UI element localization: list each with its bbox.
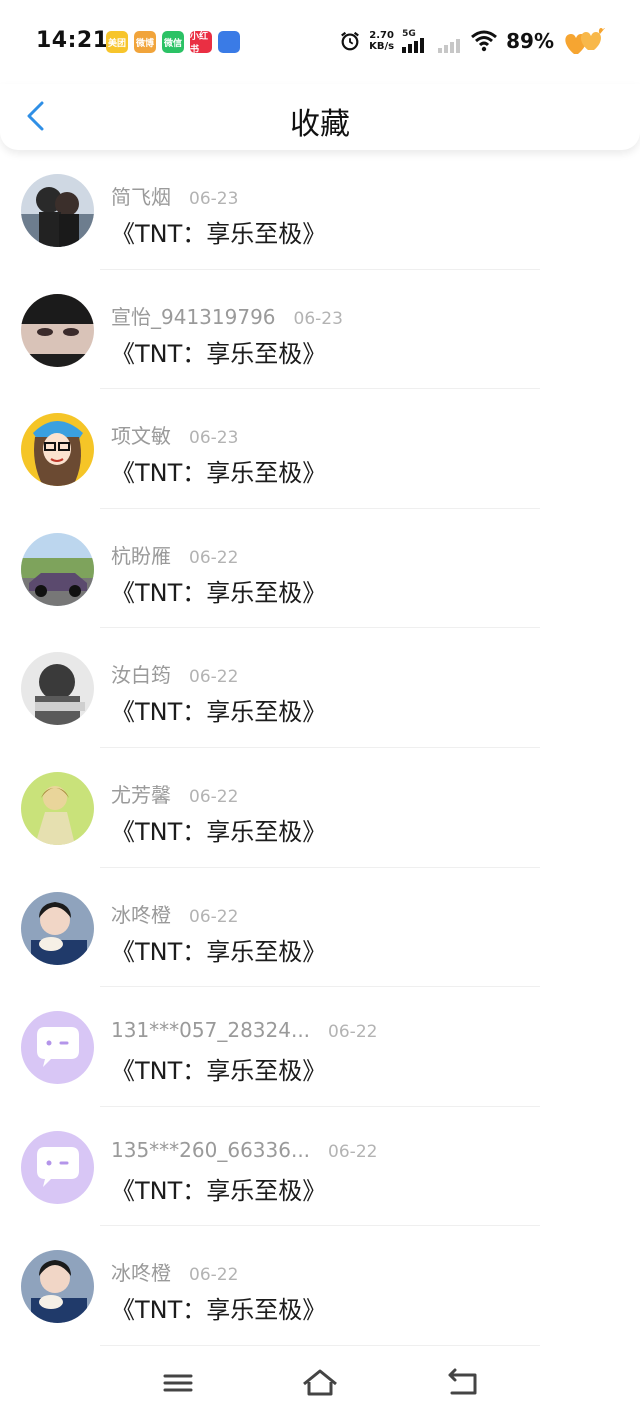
hearts-icon	[565, 28, 605, 54]
user-avatar[interactable]	[21, 1130, 94, 1204]
user-avatar[interactable]	[21, 771, 94, 845]
menu-icon[interactable]	[158, 1366, 198, 1400]
battery-level: 89%	[506, 29, 554, 53]
favorite-date: 06-22	[189, 1265, 239, 1286]
favorite-title[interactable]: 《TNT：享乐至极》	[111, 1051, 326, 1086]
page-title: 收藏	[290, 107, 350, 142]
system-indicators: 2.70 KB/s 5G 89%	[339, 26, 606, 56]
favorite-title[interactable]: 《TNT：享乐至极》	[111, 1290, 326, 1325]
favorite-date: 06-22	[189, 667, 239, 688]
net-speed-value: 2.70	[369, 30, 394, 41]
user-avatar[interactable]	[21, 1011, 94, 1085]
user-name: 135***260_66336... 06-22	[111, 1138, 377, 1162]
favorite-title[interactable]: 《TNT：享乐至极》	[111, 214, 326, 249]
top-header: 收藏	[0, 84, 640, 150]
favorite-title[interactable]: 《TNT：享乐至极》	[111, 453, 326, 488]
status-time: 14:21	[36, 28, 109, 53]
favorite-date: 06-22	[189, 906, 239, 927]
user-name: 冰咚橙 06-22	[111, 1257, 238, 1286]
user-name-text: 简飞烟	[111, 185, 171, 209]
user-avatar[interactable]	[21, 413, 94, 487]
favorite-title[interactable]: 《TNT：享乐至极》	[111, 334, 326, 369]
user-name: 项文敏 06-23	[111, 420, 238, 449]
signal-2-icon	[438, 29, 462, 53]
user-name: 宣怡_941319796 06-23	[111, 301, 343, 330]
notification-app-icon: 微信	[162, 31, 184, 53]
user-name-text: 冰咚橙	[111, 902, 171, 927]
user-avatar[interactable]	[21, 293, 94, 367]
notification-app-icon: 小红书	[190, 31, 212, 55]
favorite-item[interactable]: 135***260_66336... 06-22 《TNT：享乐至极》	[0, 1107, 640, 1227]
net-speed-unit: KB/s	[369, 41, 395, 52]
user-name: 简飞烟 06-23	[111, 181, 238, 210]
user-avatar[interactable]	[21, 174, 94, 247]
user-name-text: 杭盼雁	[111, 543, 171, 568]
favorite-title[interactable]: 《TNT：享乐至极》	[111, 692, 326, 727]
user-name: 尤芳馨 06-22	[111, 779, 238, 808]
alarm-icon	[341, 31, 360, 51]
user-avatar[interactable]	[21, 532, 94, 606]
favorite-item[interactable]: 冰咚橙 06-22 《TNT：享乐至极》	[0, 868, 640, 988]
wifi-icon	[471, 30, 498, 52]
favorite-title[interactable]: 《TNT：享乐至极》	[111, 573, 326, 608]
back-nav-icon[interactable]	[442, 1366, 482, 1400]
user-avatar[interactable]	[21, 652, 94, 726]
favorite-title[interactable]: 《TNT：享乐至极》	[111, 812, 326, 847]
status-bar: 14:21 美团 微博 微信 小红书 2.70 KB/s 5G 89%	[0, 0, 640, 84]
notification-app-icon	[218, 31, 240, 53]
user-name: 131***057_28324... 06-22	[111, 1018, 377, 1042]
user-name-text: 汝白筠	[111, 663, 171, 688]
favorite-date: 06-22	[189, 547, 239, 568]
net-speed: 2.70 KB/s	[369, 30, 394, 52]
favorite-item[interactable]: 汝白筠 06-22 《TNT：享乐至极》	[0, 628, 640, 748]
user-name: 冰咚橙 06-22	[111, 899, 238, 928]
favorite-item[interactable]: 宣怡_941319796 06-23 《TNT：享乐至极》	[0, 270, 640, 390]
favorite-item[interactable]: 尤芳馨 06-22 《TNT：享乐至极》	[0, 748, 640, 868]
notification-icons: 美团 微博 微信 小红书	[106, 31, 240, 55]
favorite-item[interactable]: 项文敏 06-23 《TNT：享乐至极》	[0, 389, 640, 509]
favorite-date: 06-22	[189, 786, 239, 807]
favorite-item[interactable]: 杭盼雁 06-22 《TNT：享乐至极》	[0, 509, 640, 629]
user-name-text: 135***260_66336...	[111, 1137, 311, 1162]
favorite-date: 06-23	[293, 308, 343, 329]
favorite-item[interactable]: 简飞烟 06-23 《TNT：享乐至极》	[0, 150, 640, 270]
favorite-title[interactable]: 《TNT：享乐至极》	[111, 1171, 326, 1206]
favorite-title[interactable]: 《TNT：享乐至极》	[111, 932, 326, 967]
favorite-item[interactable]: 131***057_28324... 06-22 《TNT：享乐至极》	[0, 987, 640, 1107]
user-avatar[interactable]	[21, 891, 94, 965]
favorite-date: 06-22	[328, 1141, 378, 1162]
user-name-text: 项文敏	[111, 424, 171, 449]
favorite-date: 06-23	[189, 428, 239, 449]
user-avatar[interactable]	[21, 1250, 94, 1324]
notification-app-icon: 美团	[106, 31, 128, 53]
user-name-text: 宣怡_941319796	[111, 304, 276, 329]
home-icon[interactable]	[300, 1366, 340, 1400]
favorite-date: 06-22	[328, 1022, 378, 1043]
signal-5g-icon: 5G	[402, 29, 430, 53]
favorite-date: 06-23	[189, 189, 239, 209]
user-name: 杭盼雁 06-22	[111, 540, 238, 569]
user-name-text: 冰咚橙	[111, 1261, 171, 1286]
user-name-text: 尤芳馨	[111, 782, 171, 807]
user-name-text: 131***057_28324...	[111, 1018, 311, 1043]
system-nav-bar	[0, 1352, 640, 1422]
notification-app-icon: 微博	[134, 31, 156, 53]
favorite-item[interactable]: 冰咚橙 06-22 《TNT：享乐至极》	[0, 1226, 640, 1346]
favorites-list: 简飞烟 06-23 《TNT：享乐至极》 宣怡_941319796 06-23 《TNT：…	[0, 150, 640, 1346]
user-name: 汝白筠 06-22	[111, 659, 238, 688]
divider	[100, 1344, 540, 1346]
